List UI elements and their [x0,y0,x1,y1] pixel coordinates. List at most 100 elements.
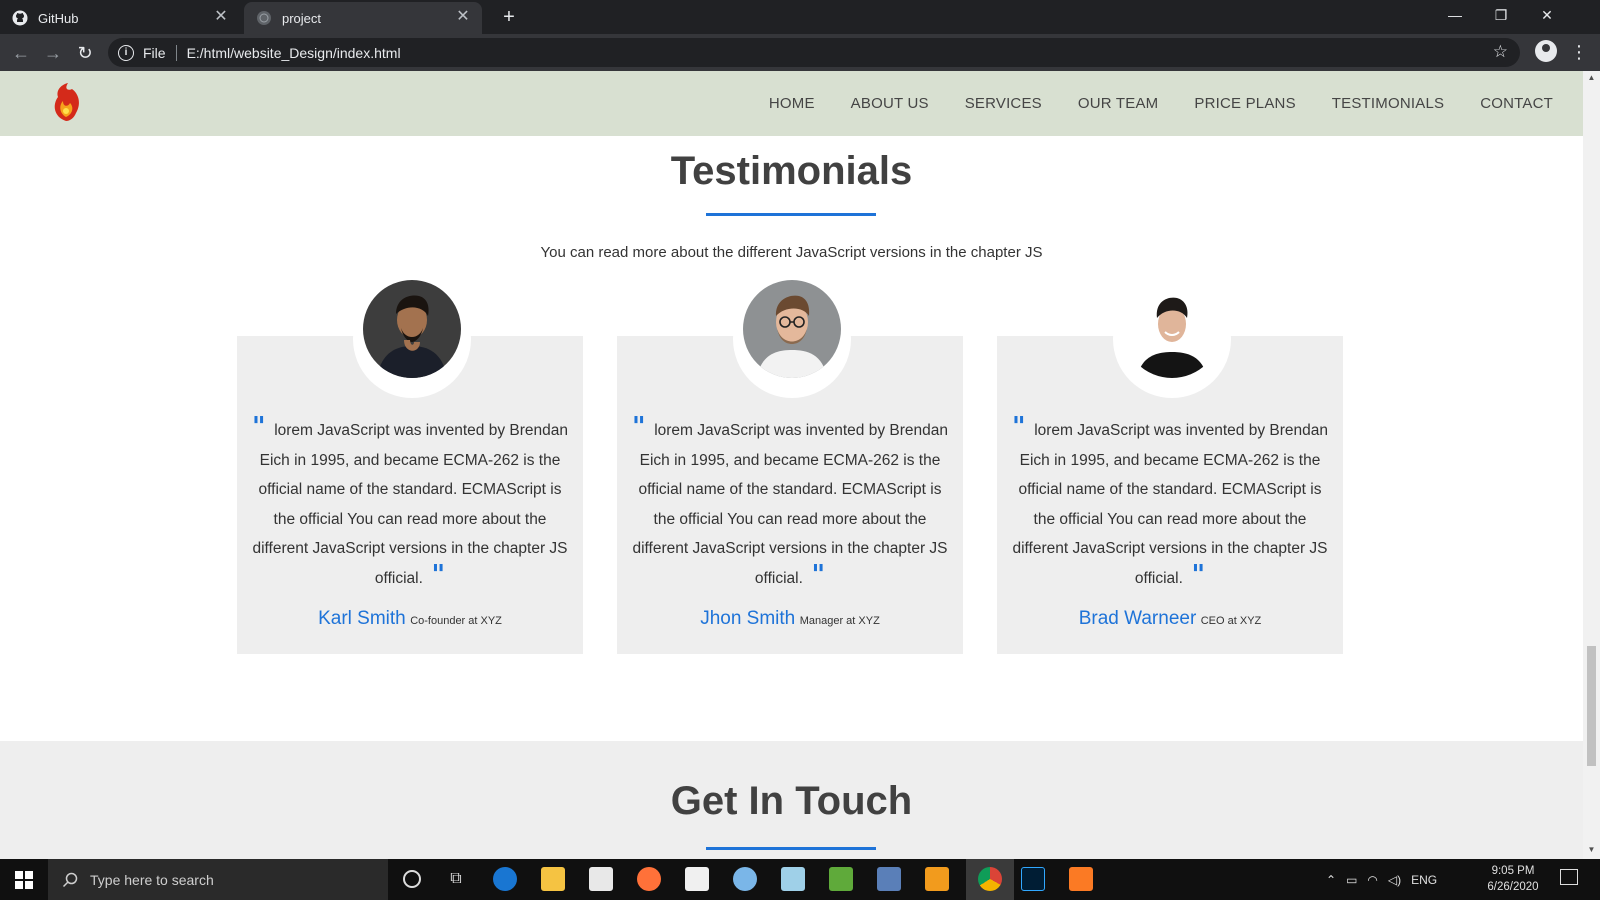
author-name: Brad Warneer [1078,608,1197,629]
open-quote-icon: " [252,412,266,442]
scrollbar-thumb[interactable] [1587,646,1596,766]
testimonial-author: Brad Warneer CEO at XYZ [997,608,1343,630]
search-placeholder: Type here to search [90,871,214,888]
close-quote-icon: " [431,559,446,590]
windows-taskbar: Type here to search ⧉ ⌃ ▭ ◠ ◁) ENG 9:05 … [0,859,1600,900]
avatar-photo [743,280,841,378]
globe-icon [257,11,271,25]
testimonials-title: Testimonials [670,149,913,193]
close-quote-icon: " [811,559,826,590]
nav-price-plans[interactable]: PRICE PLANS [1194,95,1295,112]
address-bar[interactable]: i File E:/html/website_Design/index.html… [108,38,1520,67]
page-scrollbar[interactable]: ▲ ▼ [1583,71,1600,859]
scheme-label: File [143,44,166,61]
keyboard-icon[interactable] [877,867,901,891]
browser-toolbar: ← → ↻ i File E:/html/website_Design/inde… [0,34,1600,71]
site-navbar: HOME ABOUT US SERVICES OUR TEAM PRICE PL… [0,71,1583,136]
tab-project[interactable]: project ✕ [244,2,482,34]
search-icon [62,872,78,887]
close-tab-icon[interactable]: ✕ [454,8,472,26]
notifications-icon[interactable] [1560,869,1578,885]
divider [175,44,177,61]
quote-body: lorem JavaScript was invented by Brendan… [252,422,568,587]
author-role: Manager at XYZ [799,615,880,627]
close-window-icon[interactable]: ✕ [1524,0,1570,30]
nav-links: HOME ABOUT US SERVICES OUR TEAM PRICE PL… [733,71,1553,136]
scroll-down-icon[interactable]: ▼ [1587,845,1596,854]
settings-gear-icon[interactable] [733,867,757,891]
avatar-frame [733,280,851,398]
nav-contact[interactable]: CONTACT [1480,95,1553,112]
url-text[interactable]: E:/html/website_Design/index.html [187,45,401,61]
avatar-frame [1113,280,1231,398]
testimonial-author: Jhon Smith Manager at XYZ [617,608,963,630]
nav-our-team[interactable]: OUR TEAM [1078,95,1159,112]
photoshop-icon[interactable] [1021,867,1045,891]
nav-about-us[interactable]: ABOUT US [851,95,929,112]
wifi-icon[interactable]: ◠ [1367,873,1377,887]
info-icon[interactable]: i [118,44,134,61]
quote-body: lorem JavaScript was invented by Brendan… [1012,422,1328,587]
chrome-icon[interactable] [978,867,1002,891]
testimonial-quote: " lorem JavaScript was invented by Brend… [249,414,571,593]
task-view-icon[interactable]: ⧉ [444,867,468,891]
chevron-up-icon[interactable]: ⌃ [1326,873,1336,887]
mail-icon[interactable] [685,867,709,891]
sublime-text-icon[interactable] [925,867,949,891]
phoenix-logo-icon[interactable] [48,81,84,123]
nav-testimonials[interactable]: TESTIMONIALS [1332,95,1444,112]
cortana-icon[interactable] [403,870,421,888]
forward-icon[interactable]: → [40,40,66,66]
nav-home[interactable]: HOME [769,95,815,112]
reload-icon[interactable]: ↻ [72,40,98,66]
bookmark-star-icon[interactable]: ☆ [1493,42,1508,62]
open-quote-icon: " [1012,412,1026,442]
title-underline [706,213,876,216]
testimonial-author: Karl Smith Co-founder at XYZ [237,608,583,630]
tab-github[interactable]: GitHub ✕ [0,2,240,34]
browser-menu-icon[interactable]: ⋮ [1570,40,1588,64]
author-name: Karl Smith [318,608,406,629]
author-role: Co-founder at XYZ [410,615,502,627]
language-indicator[interactable]: ENG [1411,873,1437,887]
nav-services[interactable]: SERVICES [965,95,1042,112]
close-quote-icon: " [1191,559,1206,590]
minimize-icon[interactable]: — [1432,0,1478,30]
tab-title: project [282,10,322,26]
quote-body: lorem JavaScript was invented by Brendan… [632,422,948,587]
battery-icon[interactable]: ▭ [1346,873,1357,887]
system-tray: ⌃ ▭ ◠ ◁) ENG [1326,859,1437,900]
page-viewport: HOME ABOUT US SERVICES OUR TEAM PRICE PL… [0,71,1583,859]
avatar-frame [353,280,471,398]
restore-icon[interactable]: ❐ [1478,0,1524,30]
avatar-photo [1123,280,1221,378]
store-icon[interactable] [589,867,613,891]
contact-title: Get In Touch [670,779,913,823]
firefox-icon[interactable] [637,867,661,891]
github-icon [12,10,28,26]
browser-tab-strip: GitHub ✕ project ✕ + — ❐ ✕ [0,0,1600,34]
scroll-up-icon[interactable]: ▲ [1587,73,1596,82]
windows-start-icon[interactable] [0,859,48,900]
taskbar-search[interactable]: Type here to search [48,859,388,900]
new-tab-button[interactable]: + [498,6,520,28]
clock-date: 6/26/2020 [1487,881,1539,893]
title-underline [706,847,876,850]
author-name: Jhon Smith [700,608,796,629]
file-explorer-icon[interactable] [541,867,565,891]
notepad-icon[interactable] [829,867,853,891]
avatar-photo [363,280,461,378]
close-tab-icon[interactable]: ✕ [212,8,230,26]
back-icon[interactable]: ← [8,40,34,66]
testimonial-quote: " lorem JavaScript was invented by Brend… [1009,414,1331,593]
taskbar-clock[interactable]: 9:05 PM 6/26/2020 [1478,863,1548,895]
profile-avatar-icon[interactable] [1535,40,1557,62]
open-quote-icon: " [632,412,646,442]
contact-section: Get In Touch [0,741,1583,859]
edge-icon[interactable] [493,867,517,891]
testimonial-quote: " lorem JavaScript was invented by Brend… [629,414,951,593]
clock-time: 9:05 PM [1491,865,1535,877]
xampp-icon[interactable] [1069,867,1093,891]
app-icon[interactable] [781,867,805,891]
volume-icon[interactable]: ◁) [1388,873,1401,887]
